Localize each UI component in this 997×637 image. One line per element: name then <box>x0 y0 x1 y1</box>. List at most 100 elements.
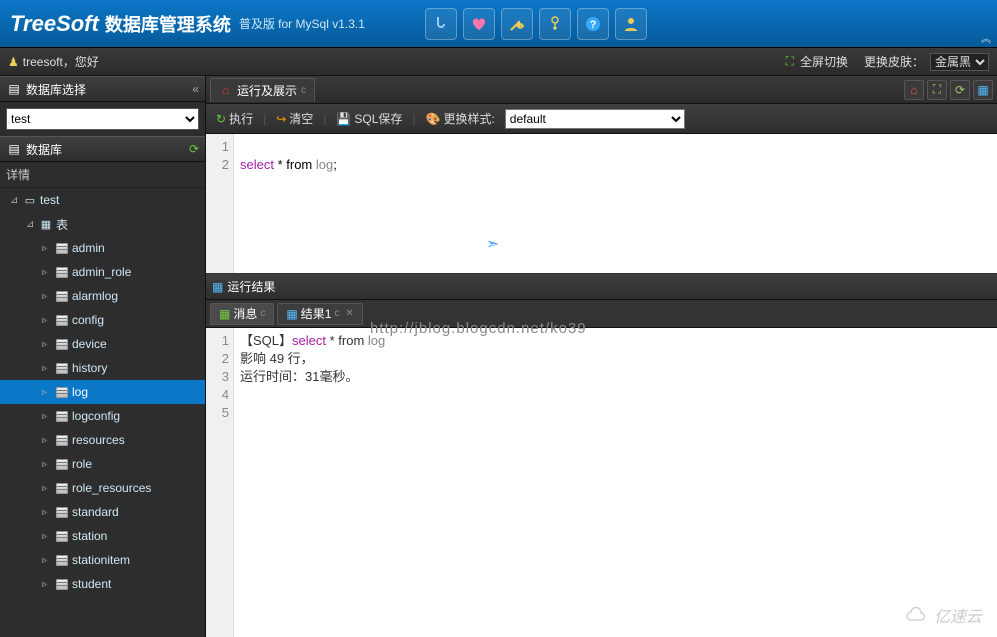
table-icon <box>55 457 69 471</box>
result-icon: ▦ <box>212 280 223 294</box>
svg-text:?: ? <box>590 19 597 31</box>
execute-icon: ↻ <box>216 112 226 126</box>
tab-marker-icon: c <box>334 308 339 319</box>
db-panel-title: 数据库 <box>26 141 62 158</box>
expand-button[interactable]: ⛶ <box>927 80 947 100</box>
grid-button[interactable]: ▦ <box>973 80 993 100</box>
messages-icon: ▦ <box>219 307 230 321</box>
main-area: ▤ 数据库选择 « test ▤ 数据库 ⟳ 详情 ⊿▭test ⊿▦表 ▹ad… <box>0 76 997 637</box>
tab-marker-icon: c <box>301 85 306 96</box>
sql-save-button[interactable]: 💾SQL保存 <box>332 108 406 129</box>
table-icon <box>55 529 69 543</box>
sql-toolbar: ↻执行 | ↪清空 | 💾SQL保存 | 🎨更换样式: default <box>206 104 997 134</box>
header-toolbar: ? <box>425 8 647 40</box>
db-panel-icon: ▤ <box>6 142 22 156</box>
tree-table-config[interactable]: ▹config <box>0 308 205 332</box>
db-select[interactable]: test <box>6 108 199 130</box>
tree-table-logconfig[interactable]: ▹logconfig <box>0 404 205 428</box>
user-icon: ♟ <box>8 55 19 69</box>
tree-table-admin_role[interactable]: ▹admin_role <box>0 260 205 284</box>
content-area: ⌂ 运行及展示 c ⌂ ⛶ ⟳ ▦ ↻执行 | ↪清空 | 💾SQL保存 | 🎨… <box>206 76 997 637</box>
table-icon <box>55 505 69 519</box>
tree-table-standard[interactable]: ▹standard <box>0 500 205 524</box>
refresh-button[interactable]: ⟳ <box>950 80 970 100</box>
tool-user-icon[interactable] <box>615 8 647 40</box>
cloud-icon <box>905 606 929 624</box>
tree-table-history[interactable]: ▹history <box>0 356 205 380</box>
sidebar: ▤ 数据库选择 « test ▤ 数据库 ⟳ 详情 ⊿▭test ⊿▦表 ▹ad… <box>0 76 206 637</box>
table-icon <box>55 577 69 591</box>
tool-help-icon[interactable]: ? <box>577 8 609 40</box>
result-content: 【SQL】select * from log 影响 49 行， 运行时间：31毫… <box>234 328 997 637</box>
tool-key-icon[interactable] <box>539 8 571 40</box>
table-icon <box>55 361 69 375</box>
refresh-db-icon[interactable]: ⟳ <box>189 142 199 156</box>
db-select-icon: ▤ <box>6 82 22 96</box>
home-button[interactable]: ⌂ <box>904 80 924 100</box>
table-icon <box>55 289 69 303</box>
tab-run-display[interactable]: ⌂ 运行及展示 c <box>210 78 315 102</box>
db-select-panel-header: ▤ 数据库选择 « <box>0 76 205 102</box>
db-panel-header: ▤ 数据库 ⟳ <box>0 136 205 162</box>
result-panel-header: ▦ 运行结果 <box>206 274 997 300</box>
tree-table-student[interactable]: ▹student <box>0 572 205 596</box>
main-tabbar: ⌂ 运行及展示 c ⌂ ⛶ ⟳ ▦ <box>206 76 997 104</box>
tree-table-device[interactable]: ▹device <box>0 332 205 356</box>
app-header: TreeSoft 数据库管理系统 普及版 for MySql v1.3.1 ? … <box>0 0 997 48</box>
save-icon: 💾 <box>336 112 351 126</box>
sql-editor[interactable]: 12 select * from log; ➣ <box>206 134 997 274</box>
tab-marker-icon: c <box>260 308 265 319</box>
fullscreen-label[interactable]: 全屏切换 <box>800 53 848 70</box>
tree-table-log[interactable]: ▹log <box>0 380 205 404</box>
table-icon <box>55 313 69 327</box>
style-select[interactable]: default <box>505 109 685 129</box>
user-bar: ♟ treesoft，您好 ⛶ 全屏切换 更换皮肤： 金属黑 <box>0 48 997 76</box>
db-tree[interactable]: ⊿▭test ⊿▦表 ▹admin▹admin_role▹alarmlog▹co… <box>0 188 205 637</box>
watermark-brand: 亿速云 <box>905 603 982 627</box>
table-icon <box>55 481 69 495</box>
app-title: 数据库管理系统 <box>105 11 231 37</box>
skin-select[interactable]: 金属黑 <box>930 53 989 71</box>
tree-table-role[interactable]: ▹role <box>0 452 205 476</box>
tree-table-alarmlog[interactable]: ▹alarmlog <box>0 284 205 308</box>
table-icon <box>55 337 69 351</box>
table-icon <box>55 241 69 255</box>
table-icon <box>55 409 69 423</box>
execute-button[interactable]: ↻执行 <box>212 108 257 129</box>
tab-messages[interactable]: ▦消息c <box>210 303 274 325</box>
app-logo: TreeSoft <box>10 11 99 37</box>
header-collapse-icon[interactable]: ︽ <box>981 30 991 45</box>
db-select-title: 数据库选择 <box>26 81 86 98</box>
tab-result1[interactable]: ▦结果1c✕ <box>277 303 362 325</box>
table-icon <box>55 553 69 567</box>
table-icon <box>55 265 69 279</box>
result1-icon: ▦ <box>286 307 297 321</box>
tool-heart-icon[interactable] <box>463 8 495 40</box>
close-icon[interactable]: ✕ <box>345 308 353 319</box>
result-tabs: ▦消息c ▦结果1c✕ <box>206 300 997 328</box>
collapse-left-icon[interactable]: « <box>192 82 199 96</box>
tree-table-station[interactable]: ▹station <box>0 524 205 548</box>
editor-code[interactable]: select * from log; <box>234 134 997 273</box>
change-style-button[interactable]: 🎨更换样式: <box>422 108 499 129</box>
tree-table-resources[interactable]: ▹resources <box>0 428 205 452</box>
app-subtitle: 普及版 for MySql v1.3.1 <box>239 15 365 32</box>
clear-button[interactable]: ↪清空 <box>272 108 317 129</box>
result-body[interactable]: 12345 【SQL】select * from log 影响 49 行， 运行… <box>206 328 997 637</box>
clear-icon: ↪ <box>276 112 286 126</box>
tool-hook-icon[interactable] <box>425 8 457 40</box>
tree-tables-node[interactable]: ⊿▦表 <box>0 212 205 236</box>
home-icon: ⌂ <box>219 83 233 97</box>
detail-header: 详情 <box>0 162 205 188</box>
tree-table-role_resources[interactable]: ▹role_resources <box>0 476 205 500</box>
database-icon: ▭ <box>23 193 37 207</box>
tool-wrench-icon[interactable] <box>501 8 533 40</box>
fullscreen-icon[interactable]: ⛶ <box>786 54 794 69</box>
tree-db-node[interactable]: ⊿▭test <box>0 188 205 212</box>
tree-table-admin[interactable]: ▹admin <box>0 236 205 260</box>
skin-label: 更换皮肤： <box>864 53 924 70</box>
tree-table-stationitem[interactable]: ▹stationitem <box>0 548 205 572</box>
palette-icon: 🎨 <box>426 112 441 126</box>
table-icon <box>55 433 69 447</box>
table-icon <box>55 385 69 399</box>
